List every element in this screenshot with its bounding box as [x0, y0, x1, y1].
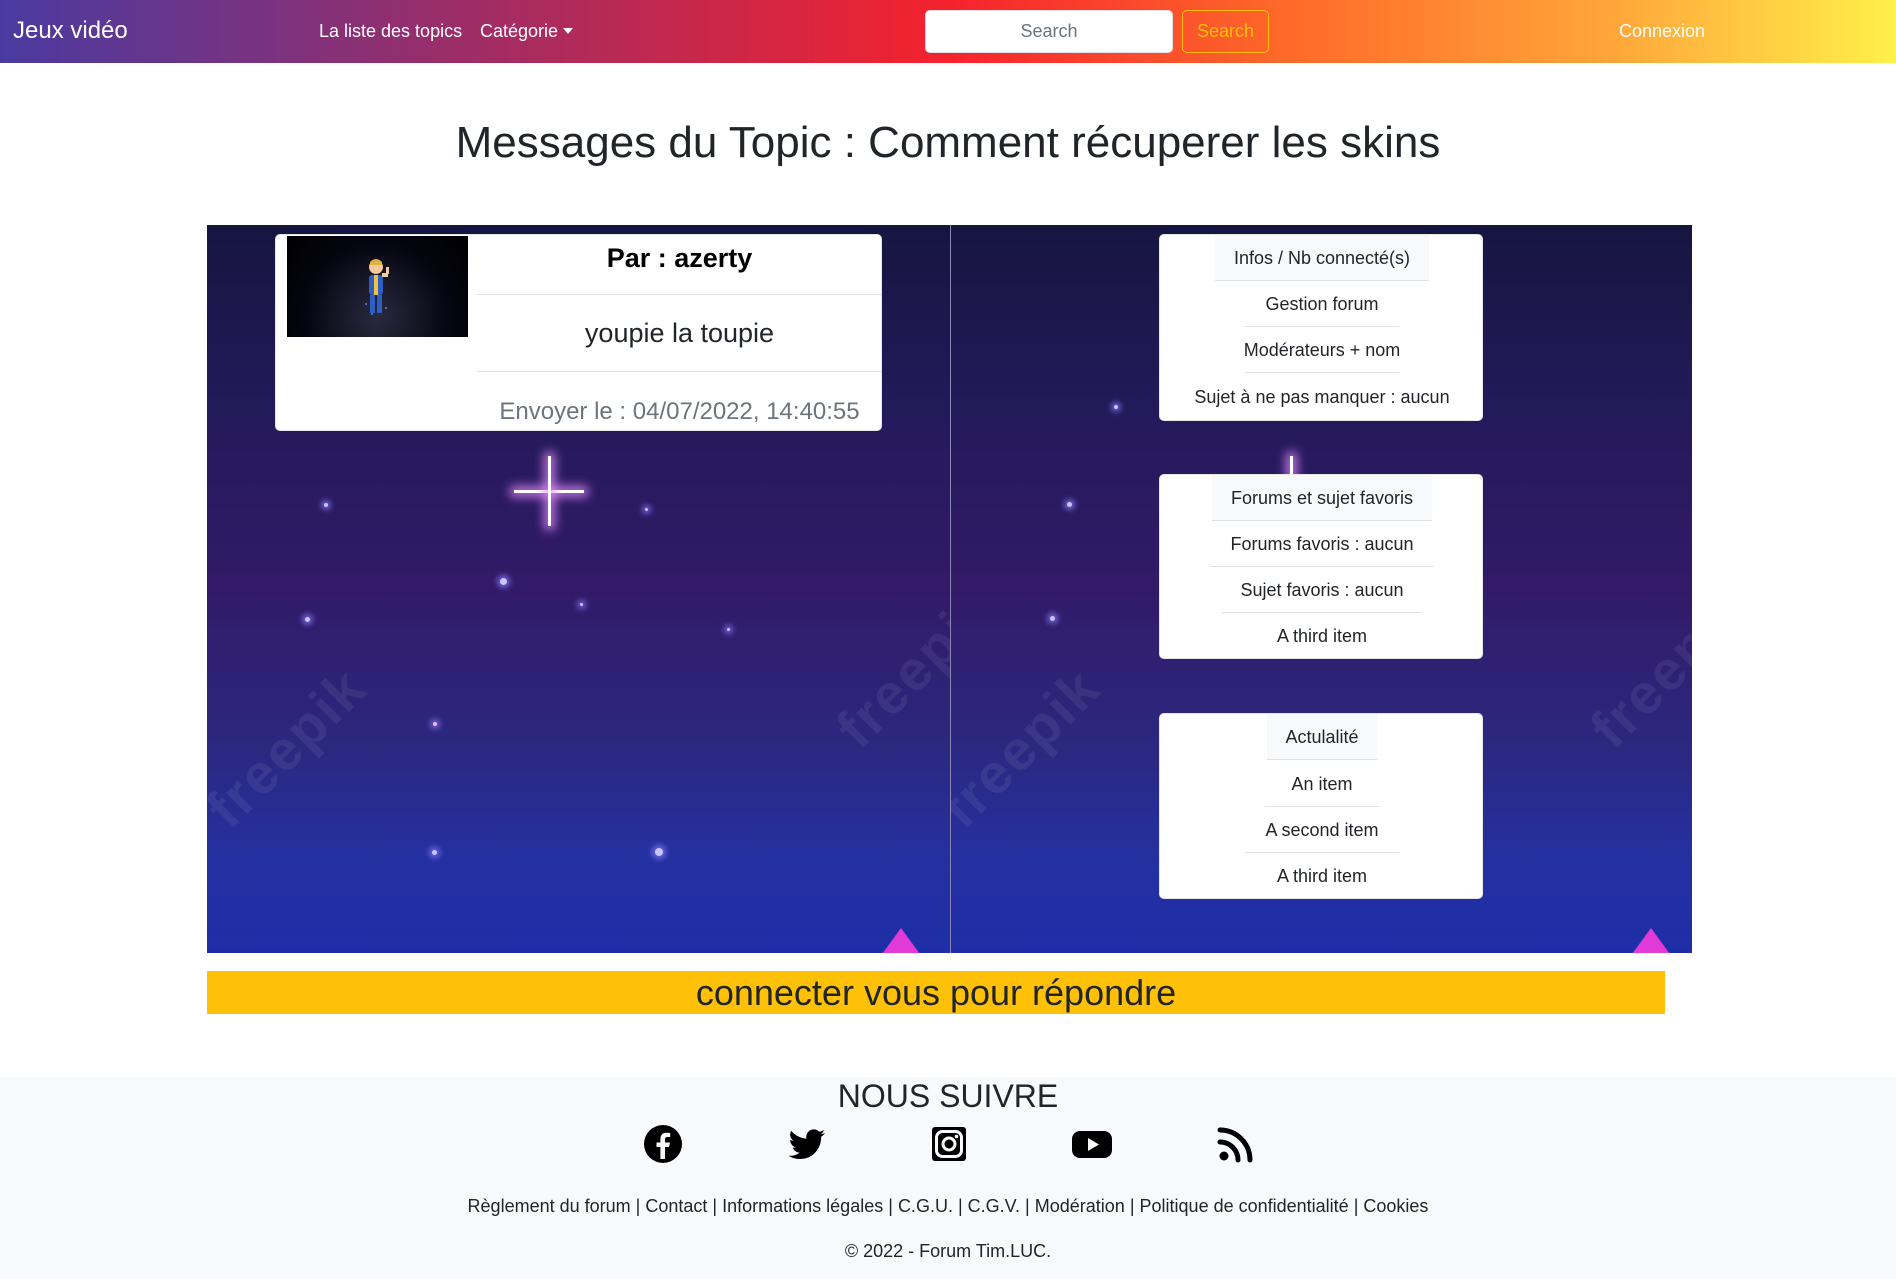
message-date: Envoyer le : 04/07/2022, 14:40:55 — [499, 398, 860, 425]
user-avatar — [287, 236, 468, 337]
pink-peak-shape — [1611, 928, 1691, 953]
news-item: A second item — [1265, 820, 1379, 840]
separator: | — [1129, 1196, 1135, 1216]
watermark-text: freepik — [951, 655, 1112, 840]
vault-boy-icon — [365, 259, 389, 315]
infos-card: Infos / Nb connecté(s) Gestion forum Mod… — [1159, 234, 1483, 421]
news-item: A third item — [1276, 866, 1368, 886]
separator: | — [635, 1196, 641, 1216]
separator: | — [957, 1196, 963, 1216]
favorites-card-header: Forums et sujet favoris — [1230, 488, 1414, 508]
favorites-item: A third item — [1276, 626, 1368, 646]
navbar: Jeux vidéo La liste des topics Catégorie… — [0, 0, 1896, 63]
news-card-header: Actulalité — [1285, 727, 1359, 747]
divider — [1222, 612, 1422, 613]
star — [324, 503, 328, 507]
copyright: © 2022 - Forum Tim.LUC. — [844, 1241, 1052, 1261]
search-input[interactable] — [925, 10, 1173, 53]
watermark-text: freepik — [823, 575, 950, 760]
footer-link-cgu[interactable]: C.G.U. — [898, 1196, 953, 1216]
infos-card-header: Infos / Nb connecté(s) — [1233, 248, 1411, 268]
star — [1067, 502, 1072, 507]
star — [655, 848, 663, 856]
message-card: Par : azerty youpie la toupie Envoyer le… — [275, 234, 882, 431]
divider — [1245, 326, 1399, 327]
footer-link-privacy[interactable]: Politique de confidentialité — [1140, 1196, 1349, 1216]
star — [1050, 616, 1055, 621]
nav-category-dropdown[interactable]: Catégorie — [480, 21, 574, 42]
divider — [1245, 372, 1399, 373]
infos-item: Gestion forum — [1265, 294, 1379, 314]
favorites-card: Forums et sujet favoris Forums favoris :… — [1159, 474, 1483, 659]
watermark-text: freepik — [207, 655, 378, 840]
divider — [1265, 806, 1379, 807]
star — [645, 508, 648, 511]
caret-down-icon — [563, 28, 574, 34]
footer-link-legal[interactable]: Informations légales — [722, 1196, 883, 1216]
news-item: An item — [1291, 774, 1353, 794]
star — [580, 603, 583, 606]
facebook-icon[interactable] — [643, 1124, 683, 1164]
infos-item: Modérateurs + nom — [1243, 340, 1401, 360]
page-title: Messages du Topic : Comment récuperer le… — [455, 118, 1441, 167]
infos-item: Sujet à ne pas manquer : aucun — [1194, 387, 1450, 407]
divider — [1245, 852, 1399, 853]
brand-link[interactable]: Jeux vidéo — [13, 17, 128, 45]
instagram-icon[interactable] — [929, 1124, 969, 1164]
news-card: Actulalité An item A second item A third… — [1159, 713, 1483, 899]
separator: | — [888, 1196, 893, 1216]
twitter-icon[interactable] — [787, 1124, 827, 1164]
footer-links: Règlement du forum | Contact | Informati… — [0, 1196, 1896, 1217]
message-author: Par : azerty — [606, 243, 753, 273]
star — [1114, 405, 1118, 409]
separator: | — [1353, 1196, 1359, 1216]
star-flare — [514, 456, 584, 526]
nav-topics-link[interactable]: La liste des topics — [319, 21, 462, 42]
footer-link-rules[interactable]: Règlement du forum — [468, 1196, 631, 1216]
nav-category-label: Catégorie — [480, 21, 559, 41]
divider — [1210, 566, 1434, 567]
follow-us-title: NOUS SUIVRE — [837, 1078, 1059, 1114]
divider — [477, 294, 882, 295]
message-body: youpie la toupie — [584, 318, 775, 348]
favorites-item: Forums favoris : aucun — [1230, 534, 1414, 554]
youtube-icon[interactable] — [1072, 1124, 1112, 1164]
favorites-item: Sujet favoris : aucun — [1240, 580, 1404, 600]
star — [432, 850, 437, 855]
footer-link-contact[interactable]: Contact — [645, 1196, 707, 1216]
star — [727, 628, 730, 631]
separator: | — [712, 1196, 718, 1216]
footer-link-cgv[interactable]: C.G.V. — [968, 1196, 1020, 1216]
pink-peak-shape — [861, 928, 941, 953]
rss-icon[interactable] — [1216, 1124, 1256, 1164]
watermark-text: freepik — [1577, 575, 1692, 760]
star — [305, 617, 310, 622]
star — [433, 722, 437, 726]
divider — [477, 371, 882, 372]
footer-link-moderation[interactable]: Modération — [1035, 1196, 1125, 1216]
search-button[interactable]: Search — [1182, 10, 1269, 53]
separator: | — [1025, 1196, 1030, 1216]
star — [500, 578, 507, 585]
login-to-reply-banner[interactable]: connecter vous pour répondre — [207, 971, 1665, 1014]
footer-link-cookies[interactable]: Cookies — [1363, 1196, 1428, 1216]
login-link[interactable]: Connexion — [1619, 21, 1705, 42]
